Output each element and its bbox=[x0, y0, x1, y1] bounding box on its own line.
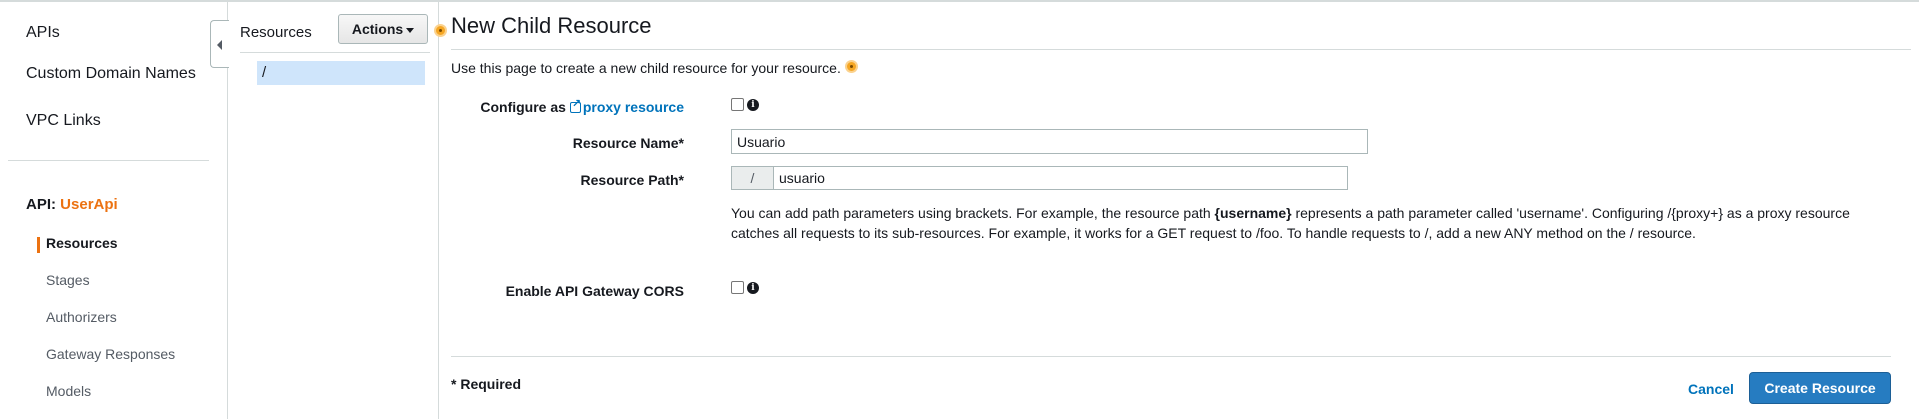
chevron-down-icon bbox=[406, 27, 415, 33]
resource-tree-item-root[interactable]: / bbox=[257, 61, 425, 85]
help-text-example: {username} bbox=[1214, 205, 1292, 221]
resource-path-prefix: / bbox=[731, 166, 773, 190]
proxy-resource-link[interactable]: proxy resource bbox=[569, 97, 684, 115]
nav-item-custom-domain-names[interactable]: Custom Domain Names bbox=[26, 65, 196, 83]
active-indicator bbox=[37, 237, 40, 253]
resource-name-label: Resource Name* bbox=[572, 135, 684, 151]
api-context-label: API: UserApi bbox=[26, 196, 118, 213]
configure-as-text: Configure as bbox=[480, 99, 566, 115]
nav-sub-item-gateway-responses[interactable]: Gateway Responses bbox=[46, 346, 175, 362]
proxy-resource-label: Configure as proxy resource bbox=[480, 97, 684, 115]
page-description: Use this page to create a new child reso… bbox=[451, 60, 841, 76]
page-title: New Child Resource bbox=[451, 13, 652, 38]
resources-panel: Resources Actions / bbox=[229, 2, 439, 419]
resource-path-help: You can add path parameters using bracke… bbox=[731, 203, 1891, 243]
resource-name-input[interactable] bbox=[731, 129, 1368, 154]
nav-sub-item-resources[interactable]: Resources bbox=[46, 235, 118, 251]
required-note: * Required bbox=[451, 376, 522, 392]
nav-item-apis[interactable]: APIs bbox=[26, 24, 60, 42]
title-divider bbox=[451, 49, 1911, 50]
create-resource-button[interactable]: Create Resource bbox=[1749, 372, 1891, 404]
resources-divider bbox=[240, 52, 430, 53]
info-icon[interactable]: i bbox=[747, 282, 759, 294]
nav-sub-item-authorizers[interactable]: Authorizers bbox=[46, 309, 117, 325]
actions-button-label: Actions bbox=[351, 21, 404, 37]
collapse-nav-toggle[interactable] bbox=[210, 20, 229, 68]
resources-panel-title: Resources bbox=[240, 24, 312, 41]
proxy-resource-checkbox[interactable] bbox=[731, 98, 744, 111]
form-footer-divider bbox=[451, 356, 1891, 357]
nav-item-vpc-links[interactable]: VPC Links bbox=[26, 112, 101, 130]
info-icon[interactable]: i bbox=[747, 99, 759, 111]
nav-sub-item-stages[interactable]: Stages bbox=[46, 272, 90, 288]
proxy-resource-link-text: proxy resource bbox=[582, 99, 684, 115]
nav-sub-item-models[interactable]: Models bbox=[46, 383, 91, 399]
cors-label: Enable API Gateway CORS bbox=[505, 283, 684, 299]
api-prefix: API: bbox=[26, 196, 56, 213]
highlight-marker-icon bbox=[845, 60, 858, 73]
resource-path-input[interactable] bbox=[773, 166, 1348, 190]
actions-dropdown-button[interactable]: Actions bbox=[338, 14, 428, 44]
cancel-button[interactable]: Cancel bbox=[1688, 381, 1734, 397]
resource-path-label: Resource Path* bbox=[580, 172, 684, 188]
cors-checkbox[interactable] bbox=[731, 281, 744, 294]
highlight-marker-icon bbox=[434, 24, 447, 37]
left-navigation: APIs Custom Domain Names VPC Links API: … bbox=[0, 2, 228, 419]
external-link-icon bbox=[569, 97, 581, 113]
nav-divider bbox=[8, 160, 209, 161]
help-text-start: You can add path parameters using bracke… bbox=[731, 205, 1215, 221]
api-name-link[interactable]: UserApi bbox=[60, 196, 118, 213]
